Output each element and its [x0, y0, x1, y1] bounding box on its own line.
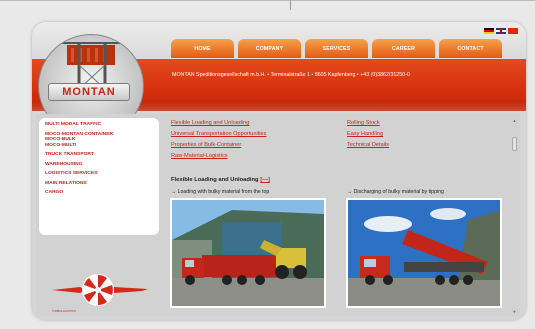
truck-tipping-image [348, 200, 500, 306]
sidebar-item-logistics[interactable]: LOGISTICS SERVICES [45, 171, 153, 177]
link-raw-material[interactable]: Raw-Material-Logistics [171, 153, 228, 159]
language-flags [484, 28, 518, 34]
content-scrollbar[interactable]: ▲ ▼ [511, 118, 518, 314]
nav-career[interactable]: CAREER [372, 39, 435, 58]
link-rolling-stock[interactable]: Rolling Stock [347, 120, 380, 126]
logo-wordmark: MONTAN [48, 83, 130, 101]
nav-home[interactable]: HOME [171, 39, 234, 58]
site-panel: HOME COMPANY SERVICES CAREER CONTACT MON… [32, 22, 526, 320]
sidebar-item-multimodal[interactable]: MULTI MODAL TRAFFIC [45, 122, 153, 128]
photo-discharging [346, 198, 502, 308]
link-flexible-loading[interactable]: Flexible Loading and Unloading [171, 120, 249, 126]
section-title: Flexible Loading and Unloading [171, 177, 259, 183]
nav-services[interactable]: SERVICES [305, 39, 368, 58]
nav-company[interactable]: COMPANY [238, 39, 301, 58]
caption-loading: → Loading with bulky material from the t… [171, 189, 270, 195]
scroll-down-icon[interactable]: ▼ [512, 309, 517, 314]
main-nav: HOME COMPANY SERVICES CAREER CONTACT [171, 39, 502, 58]
link-easy-handling[interactable]: Easy Handling [347, 131, 383, 137]
frame-divider [290, 0, 291, 10]
truck-loading-image [172, 200, 324, 306]
scroll-up-icon[interactable]: ▲ [512, 118, 517, 123]
cn-flag-icon[interactable] [508, 28, 518, 34]
nav-contact[interactable]: CONTACT [439, 39, 502, 58]
turbologistics-logo-icon [52, 274, 148, 306]
photo-loading [170, 198, 326, 308]
sidebar-tagline: TURBOLOGISTICS [52, 310, 76, 313]
link-universal-transport[interactable]: Universal Transportation Opportunities [171, 131, 266, 137]
sidebar-menu: MULTI MODAL TRAFFIC MOCO-MONTAN CONTAINE… [39, 118, 159, 235]
section-heading: Flexible Loading and Unloading [—] [171, 177, 270, 183]
collapse-toggle[interactable]: [—] [260, 177, 270, 183]
caption-discharging: → Discharging of bulky material by tippi… [347, 189, 444, 195]
sidebar-item-warehousing[interactable]: WAREHOUSING [45, 162, 153, 168]
sidebar-item-moco[interactable]: MOCO-MONTAN CONTAINER MOCO-Bulk MOCO-Mul… [45, 132, 153, 149]
company-address: MONTAN Speditionsgesellschaft m.b.H. • T… [172, 72, 410, 78]
gb-flag-icon[interactable] [496, 28, 506, 34]
scroll-thumb[interactable] [512, 137, 517, 151]
link-bulk-container[interactable]: Properties of Bulk-Container [171, 142, 241, 148]
sidebar-item-cargo[interactable]: CARGO [45, 190, 153, 196]
sidebar-item-relations[interactable]: MAIN RELATIONS [45, 181, 153, 187]
link-technical-details[interactable]: Technical Details [347, 142, 389, 148]
sidebar-subitem-moco-multi[interactable]: MOCO-Multi [45, 143, 153, 149]
sidebar-item-truck[interactable]: TRUCK TRANSPORT [45, 152, 153, 158]
content-area: MULTI MODAL TRAFFIC MOCO-MONTAN CONTAINE… [36, 114, 520, 316]
de-flag-icon[interactable] [484, 28, 494, 34]
